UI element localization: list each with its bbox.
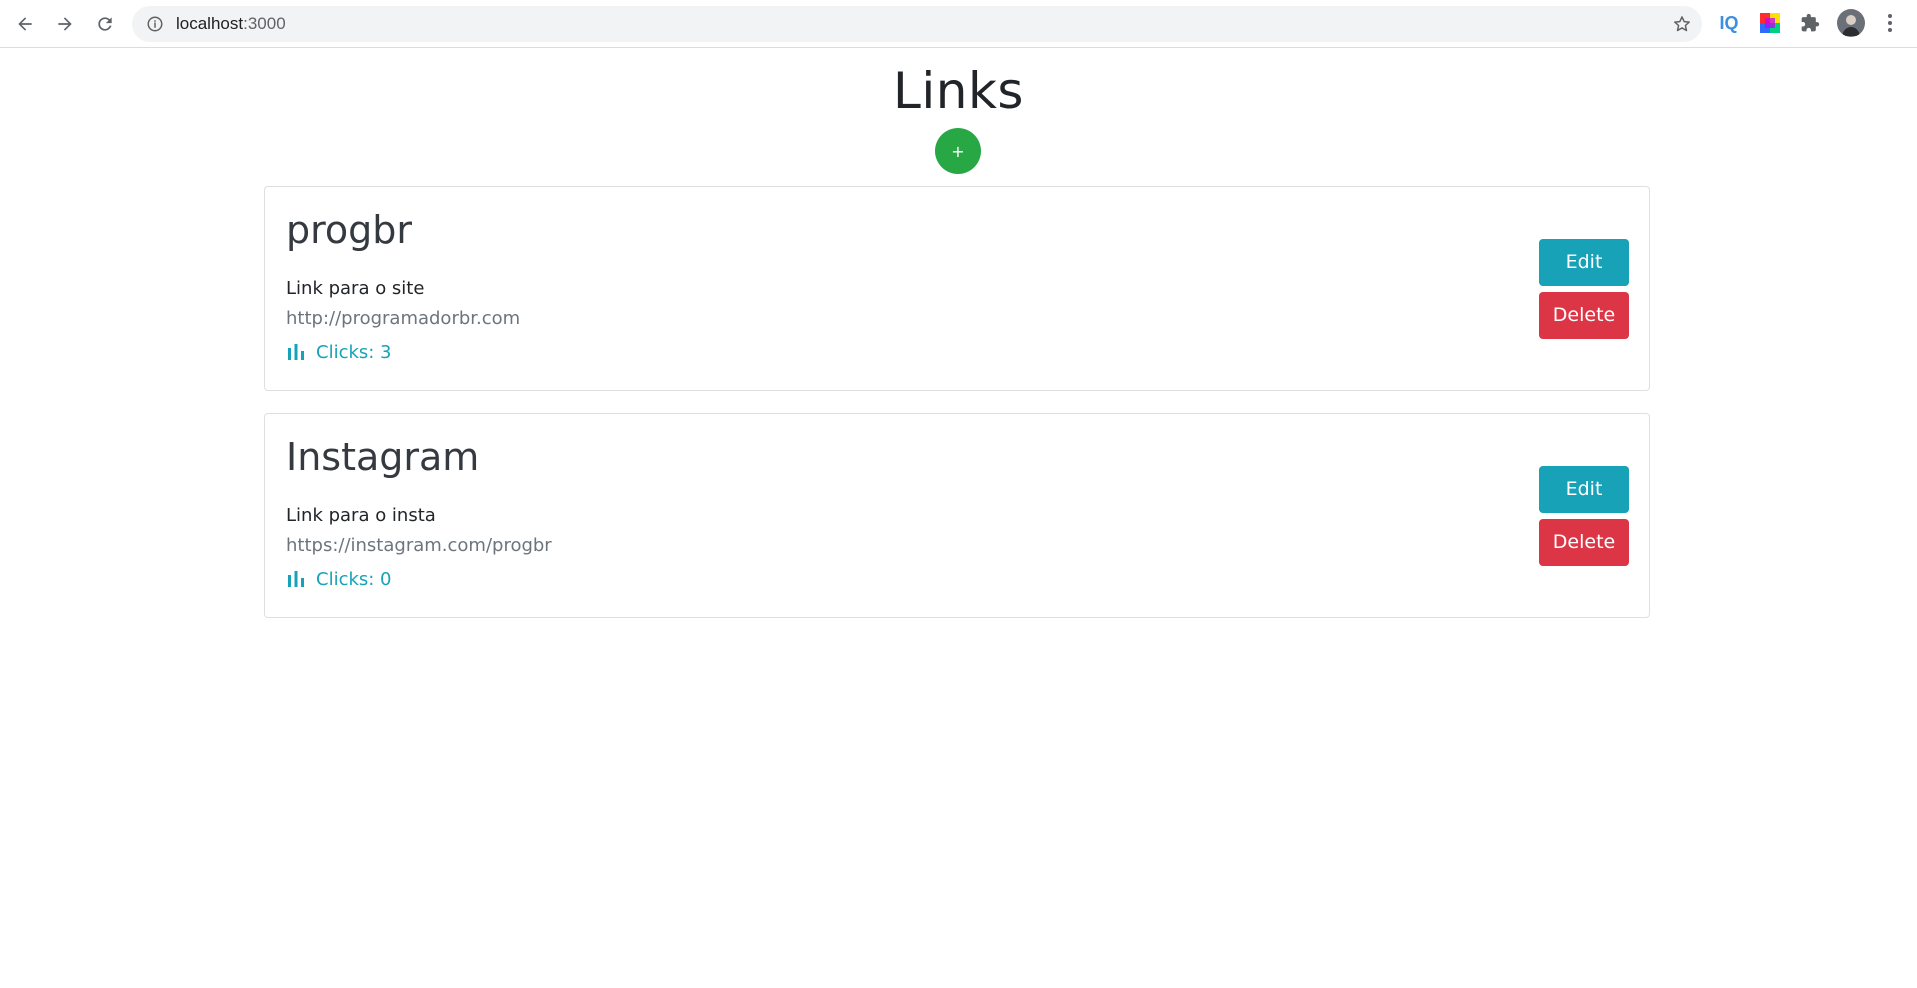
url-host: localhost xyxy=(176,14,244,33)
url-port: :3000 xyxy=(243,14,286,33)
delete-button[interactable]: Delete xyxy=(1539,519,1629,566)
profile-avatar[interactable] xyxy=(1837,9,1865,37)
link-clicks: Clicks: 3 xyxy=(286,341,392,365)
bar-chart-icon xyxy=(286,344,306,362)
arrow-left-icon xyxy=(18,17,32,31)
link-card: progbr Link para o site http://programad… xyxy=(264,186,1650,391)
link-url[interactable]: http://programadorbr.com xyxy=(286,307,520,331)
color-picker-extension-icon[interactable] xyxy=(1757,10,1783,36)
edit-button[interactable]: Edit xyxy=(1539,466,1629,513)
link-card: Instagram Link para o insta https://inst… xyxy=(264,413,1650,618)
address-bar[interactable]: localhost:3000 xyxy=(132,6,1702,42)
iq-extension-icon[interactable]: IQ xyxy=(1716,10,1742,36)
link-description: Link para o insta xyxy=(286,505,436,526)
link-title: Instagram xyxy=(286,435,480,479)
forward-button[interactable] xyxy=(49,8,81,40)
link-description: Link para o site xyxy=(286,278,425,299)
bar-chart-icon xyxy=(286,571,306,589)
arrow-right-icon xyxy=(58,17,72,31)
browser-toolbar: localhost:3000 IQ xyxy=(0,0,1917,48)
browser-menu-icon[interactable] xyxy=(1877,10,1903,36)
info-icon[interactable] xyxy=(146,15,164,37)
add-link-button[interactable]: + xyxy=(935,128,981,174)
reload-button[interactable] xyxy=(89,8,121,40)
clicks-count: Clicks: 3 xyxy=(316,342,392,363)
iq-extension-label: IQ xyxy=(1719,12,1739,33)
delete-button[interactable]: Delete xyxy=(1539,292,1629,339)
page-title: Links xyxy=(893,62,1024,120)
bookmark-star-icon[interactable] xyxy=(1672,14,1692,38)
clicks-count: Clicks: 0 xyxy=(316,569,392,590)
url-text[interactable]: localhost:3000 xyxy=(176,6,286,42)
link-url[interactable]: https://instagram.com/progbr xyxy=(286,534,552,558)
link-clicks: Clicks: 0 xyxy=(286,568,392,592)
link-title: progbr xyxy=(286,208,413,252)
edit-button[interactable]: Edit xyxy=(1539,239,1629,286)
person-icon xyxy=(1842,15,1860,36)
reload-icon xyxy=(98,17,112,31)
puzzle-extensions-icon[interactable] xyxy=(1797,10,1823,36)
back-button[interactable] xyxy=(9,8,41,40)
